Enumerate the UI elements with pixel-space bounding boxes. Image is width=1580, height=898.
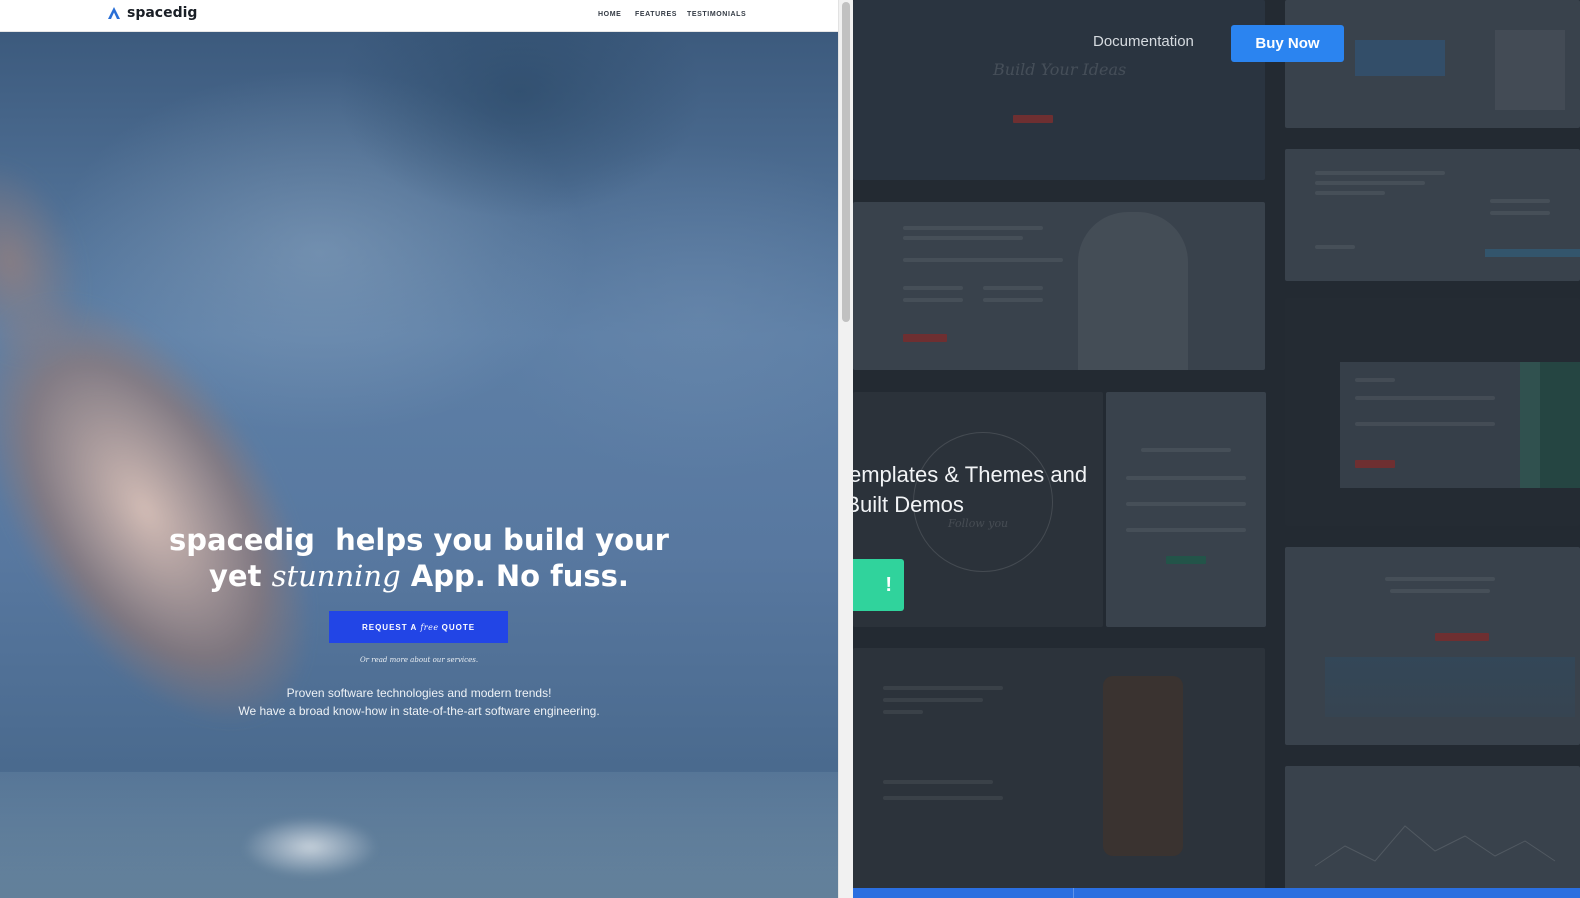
demo-thumbnail xyxy=(1106,392,1266,627)
nav-features[interactable]: FEATURES xyxy=(635,11,677,18)
bottom-bar xyxy=(853,888,1580,898)
demo-thumbnail xyxy=(1285,0,1580,128)
hero-title-suffix: App. No fuss. xyxy=(410,559,629,593)
hero-title: spacedig helps you build your yet stunni… xyxy=(0,522,838,594)
documentation-link[interactable]: Documentation xyxy=(1093,33,1194,50)
logo-text: spacedig xyxy=(127,5,198,21)
hero-subtitle-line2: We have a broad know-how in state-of-the… xyxy=(238,704,600,718)
hero-title-prefix: yet xyxy=(209,559,262,593)
demo-thumbnail xyxy=(853,202,1265,370)
demo-thumbnail xyxy=(1285,766,1580,898)
hero-section: spacedig helps you build your yet stunni… xyxy=(0,32,838,898)
demo-thumbnail xyxy=(853,648,1265,898)
demo-thumbnail: Build Your Ideas xyxy=(853,0,1265,180)
preview-scrollbar[interactable] xyxy=(838,0,853,898)
thumb-caption: Build Your Ideas xyxy=(993,60,1127,79)
logo-icon xyxy=(108,7,120,19)
scrollbar-thumb[interactable] xyxy=(842,2,850,322)
site-headline-line2: -Built Demos xyxy=(838,492,964,517)
logo[interactable]: spacedig xyxy=(107,5,197,21)
buy-now-button[interactable]: Buy Now xyxy=(1231,25,1344,62)
quote-button-emphasis: free xyxy=(420,622,439,632)
hero-title-emphasis: stunning xyxy=(271,559,401,593)
demo-thumbnail xyxy=(1285,547,1580,745)
site-headline: Templates & Themes and -Built Demos xyxy=(838,460,1087,520)
nav-home[interactable]: HOME xyxy=(598,11,621,18)
hero-subtitle-line1: Proven software technologies and modern … xyxy=(286,686,552,700)
hero-title-line1: spacedig helps you build your xyxy=(169,523,669,557)
request-quote-button[interactable]: REQUEST A free QUOTE xyxy=(329,611,508,643)
demo-thumbnail xyxy=(1285,149,1580,281)
read-more-link[interactable]: Or read more about our services. xyxy=(0,656,838,664)
quote-button-suffix: QUOTE xyxy=(441,622,476,632)
demo-thumbnail xyxy=(1285,298,1580,526)
hero-background-image xyxy=(0,772,838,898)
hero-title-line2: yet stunning App. No fuss. xyxy=(0,558,838,594)
site-headline-line1: Templates & Themes and xyxy=(838,462,1088,487)
quote-button-prefix: REQUEST A xyxy=(361,622,418,632)
hero-background-image xyxy=(220,802,400,892)
template-preview-panel: spacedig helps you build your yet stunni… xyxy=(0,0,853,898)
nav-testimonials[interactable]: TESTIMONIALS xyxy=(687,11,746,18)
preview-navbar: spacedig HOME FEATURES TESTIMONIALS xyxy=(0,0,838,32)
